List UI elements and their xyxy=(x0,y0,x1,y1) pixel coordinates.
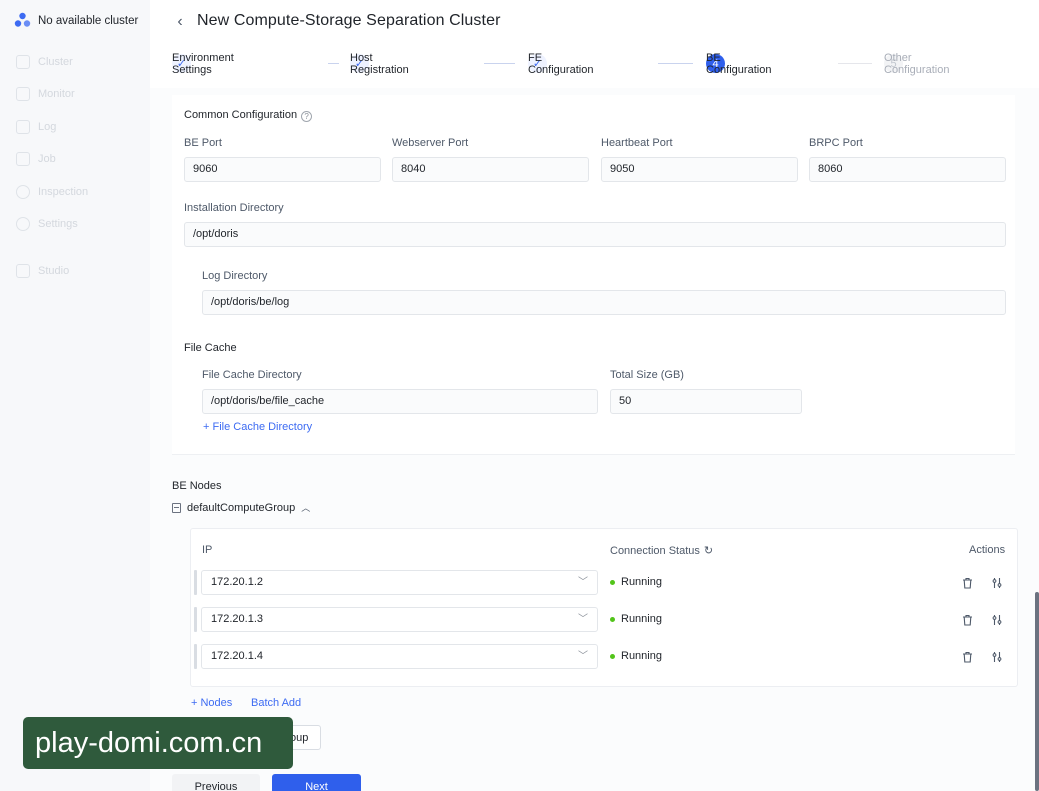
log-directory-input[interactable]: /opt/doris/be/log xyxy=(202,290,1006,315)
installation-directory-input[interactable]: /opt/doris xyxy=(184,222,1006,247)
column-header-ip: IP xyxy=(202,544,213,556)
ip-select[interactable]: 172.20.1.3 ﹀ xyxy=(201,607,598,632)
chevron-down-icon: ﹀ xyxy=(578,577,588,588)
webserver-port-input[interactable]: 8040 xyxy=(392,157,589,182)
step-connector xyxy=(658,63,693,64)
installation-directory-label: Installation Directory xyxy=(184,202,284,214)
compute-group-name: defaultComputeGroup xyxy=(187,501,296,514)
file-cache-directory-label: File Cache Directory xyxy=(202,369,302,381)
watermark: play-domi.com.cn xyxy=(23,717,293,769)
common-configuration-title: Common Configuration? xyxy=(184,109,313,122)
cluster-name: No available cluster xyxy=(38,14,139,27)
chevron-down-icon: ﹀ xyxy=(578,651,588,662)
status-dot xyxy=(610,579,615,585)
scrollbar[interactable] xyxy=(1035,592,1039,791)
ip-select[interactable]: 172.20.1.4 ﹀ xyxy=(201,644,598,669)
brpc-port-input[interactable]: 8060 xyxy=(809,157,1006,182)
file-cache-directory-input[interactable]: /opt/doris/be/file_cache xyxy=(202,389,598,414)
help-icon[interactable]: ? xyxy=(301,111,313,122)
server-icon xyxy=(172,502,181,513)
sidebar-item-settings[interactable]: Settings xyxy=(16,217,78,231)
be-port-input[interactable]: 9060 xyxy=(184,157,381,182)
studio-icon xyxy=(16,264,30,278)
be-port-label: BE Port xyxy=(184,137,222,149)
delete-icon[interactable] xyxy=(961,576,974,589)
delete-icon[interactable] xyxy=(961,650,974,663)
chevron-left-icon: ‹ xyxy=(177,13,183,30)
step-connector xyxy=(328,63,339,64)
refresh-icon[interactable]: ↻ xyxy=(704,544,713,557)
connection-status: Running xyxy=(610,576,662,588)
chevron-up-icon[interactable]: ︿ xyxy=(301,501,310,514)
add-nodes-link[interactable]: + Nodes xyxy=(191,697,232,709)
sidebar-item-studio[interactable]: Studio xyxy=(16,264,69,278)
be-nodes-title: BE Nodes xyxy=(172,480,222,492)
brpc-port-label: BRPC Port xyxy=(809,137,863,149)
total-size-label: Total Size (GB) xyxy=(610,369,684,381)
sidebar-item-inspection[interactable]: Inspection xyxy=(16,185,88,199)
heartbeat-port-label: Heartbeat Port xyxy=(601,137,673,149)
column-header-status: Connection Status ↻ xyxy=(610,544,714,558)
step-other-configuration[interactable]: 5 Other Configuration xyxy=(884,52,949,76)
config-icon[interactable] xyxy=(990,650,1003,663)
status-dot xyxy=(610,653,615,659)
status-dot xyxy=(610,616,615,622)
column-header-actions: Actions xyxy=(969,544,1006,556)
step-fe-configuration[interactable]: ✓ FE Configuration xyxy=(528,52,593,76)
step-connector xyxy=(838,63,872,64)
step-environment-settings[interactable]: ✓ Environment Settings xyxy=(172,52,234,76)
page-title: New Compute-Storage Separation Cluster xyxy=(197,12,501,29)
row-drag-handle[interactable] xyxy=(194,644,197,669)
sidebar xyxy=(0,0,150,791)
compute-group-header[interactable]: defaultComputeGroup ︿ xyxy=(172,501,310,514)
row-drag-handle[interactable] xyxy=(194,570,197,595)
cluster-selector[interactable]: No available cluster xyxy=(14,12,138,29)
sidebar-item-job[interactable]: Job xyxy=(16,152,56,166)
step-connector xyxy=(484,63,515,64)
back-button[interactable]: ‹ xyxy=(172,12,188,32)
total-size-input[interactable]: 50 xyxy=(610,389,802,414)
previous-button[interactable]: Previous xyxy=(172,774,260,791)
ip-select[interactable]: 172.20.1.2 ﹀ xyxy=(201,570,598,595)
delete-icon[interactable] xyxy=(961,613,974,626)
monitor-icon xyxy=(16,87,30,101)
add-file-cache-directory-link[interactable]: + File Cache Directory xyxy=(203,421,312,433)
heartbeat-port-input[interactable]: 9050 xyxy=(601,157,798,182)
doris-logo-icon xyxy=(14,12,31,27)
cluster-icon xyxy=(16,55,30,69)
step-be-configuration[interactable]: 4 BE Configuration xyxy=(706,52,771,76)
log-directory-label: Log Directory xyxy=(202,270,268,282)
next-button[interactable]: Next xyxy=(272,774,361,791)
settings-icon xyxy=(16,217,30,231)
row-drag-handle[interactable] xyxy=(194,607,197,632)
job-icon xyxy=(16,152,30,166)
sidebar-item-cluster[interactable]: Cluster xyxy=(16,55,73,69)
log-icon xyxy=(16,120,30,134)
inspection-icon xyxy=(16,185,30,199)
sidebar-item-log[interactable]: Log xyxy=(16,120,56,134)
config-icon[interactable] xyxy=(990,576,1003,589)
step-host-registration[interactable]: ✓ Host Registration xyxy=(350,52,409,76)
chevron-down-icon: ﹀ xyxy=(578,614,588,625)
file-cache-title: File Cache xyxy=(184,342,237,354)
connection-status: Running xyxy=(610,650,662,662)
sidebar-item-monitor[interactable]: Monitor xyxy=(16,87,75,101)
batch-add-link[interactable]: Batch Add xyxy=(251,697,301,709)
connection-status: Running xyxy=(610,613,662,625)
webserver-port-label: Webserver Port xyxy=(392,137,469,149)
config-icon[interactable] xyxy=(990,613,1003,626)
